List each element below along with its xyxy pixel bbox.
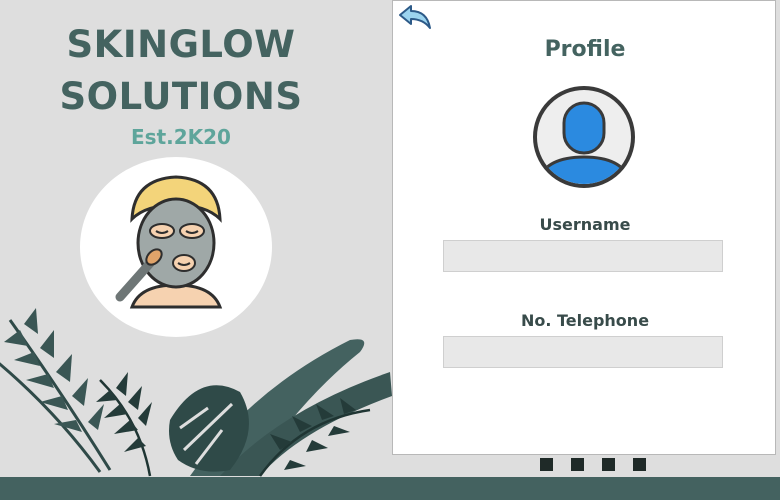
profile-panel: Profile Username No. Telephone [392, 0, 776, 455]
username-field[interactable] [443, 240, 723, 272]
profile-title: Profile [544, 37, 626, 62]
brand-name-line1: SKINGLOW [66, 23, 296, 66]
pagination-dot[interactable] [540, 458, 553, 471]
brand-established: Est.2K20 [131, 125, 231, 149]
decorative-leaves [0, 308, 392, 477]
username-label: Username [539, 215, 631, 234]
brand-pane: SKINGLOW SOLUTIONS Est.2K20 [0, 0, 392, 500]
user-avatar-icon [532, 85, 636, 193]
pagination-dot[interactable] [571, 458, 584, 471]
footer-bar [0, 477, 780, 500]
pagination-dots [540, 458, 646, 471]
back-arrow-icon[interactable] [397, 4, 433, 32]
pagination-dot[interactable] [633, 458, 646, 471]
pagination-dot[interactable] [602, 458, 615, 471]
telephone-label: No. Telephone [520, 311, 650, 330]
brand-name-line2: SOLUTIONS [59, 75, 303, 118]
telephone-field[interactable] [443, 336, 723, 368]
